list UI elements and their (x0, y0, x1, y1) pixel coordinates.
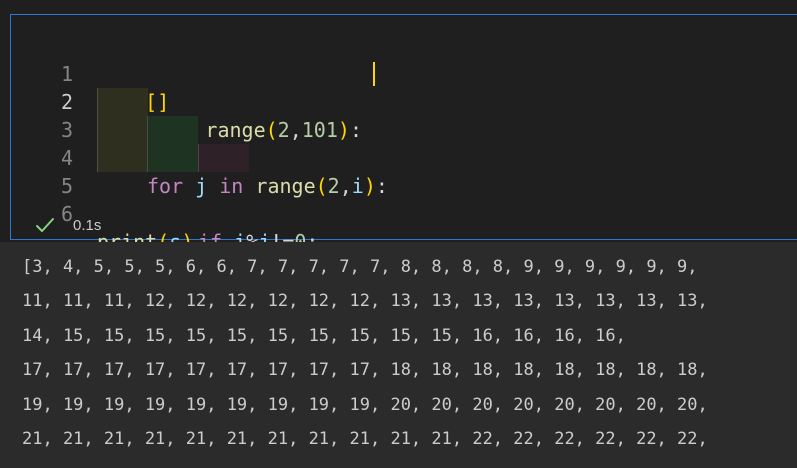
output-line: 17, 17, 17, 17, 17, 17, 17, 17, 17, 18, … (22, 360, 708, 380)
code-line-1[interactable]: 1 s = [] (11, 32, 797, 114)
notebook-page: 1 s = [] 2 for i in range(2,101): 3 for … (0, 0, 797, 468)
code-line-3[interactable]: 3 for j in range(2,i): (11, 88, 797, 198)
output-line: [3, 4, 5, 5, 5, 6, 6, 7, 7, 7, 7, 7, 8, … (22, 257, 698, 277)
code-line-6[interactable]: 6 print(s) (11, 172, 797, 254)
output-line: 14, 15, 15, 15, 15, 15, 15, 15, 15, 15, … (22, 326, 626, 346)
execution-status: 0.1s (35, 214, 101, 236)
output-line: 19, 19, 19, 19, 19, 19, 19, 19, 19, 20, … (22, 395, 708, 415)
text-cursor (373, 62, 375, 86)
code-editor[interactable]: 1 s = [] 2 for i in range(2,101): 3 for … (11, 32, 797, 310)
code-line-2[interactable]: 2 for i in range(2,101): (11, 60, 797, 142)
indent-guide (97, 144, 148, 172)
code-line-5[interactable]: 5 s.append(i) (11, 144, 797, 310)
check-icon (36, 218, 54, 232)
indent-guide (198, 144, 249, 172)
indent-guide (147, 144, 198, 172)
output-line: 11, 11, 11, 12, 12, 12, 12, 12, 12, 13, … (22, 291, 708, 311)
output-line: 21, 21, 21, 21, 21, 21, 21, 21, 21, 21, … (22, 429, 708, 449)
execution-time: 0.1s (73, 216, 102, 234)
indent-guide (97, 88, 148, 116)
indent-guide (97, 116, 148, 144)
code-cell[interactable]: 1 s = [] 2 for i in range(2,101): 3 for … (10, 14, 797, 310)
code-line-4[interactable]: 4 if i%j!=0: (11, 116, 797, 254)
indent-guide (147, 116, 198, 144)
cell-output[interactable]: [3, 4, 5, 5, 5, 6, 6, 7, 7, 7, 7, 7, 8, … (0, 242, 797, 468)
